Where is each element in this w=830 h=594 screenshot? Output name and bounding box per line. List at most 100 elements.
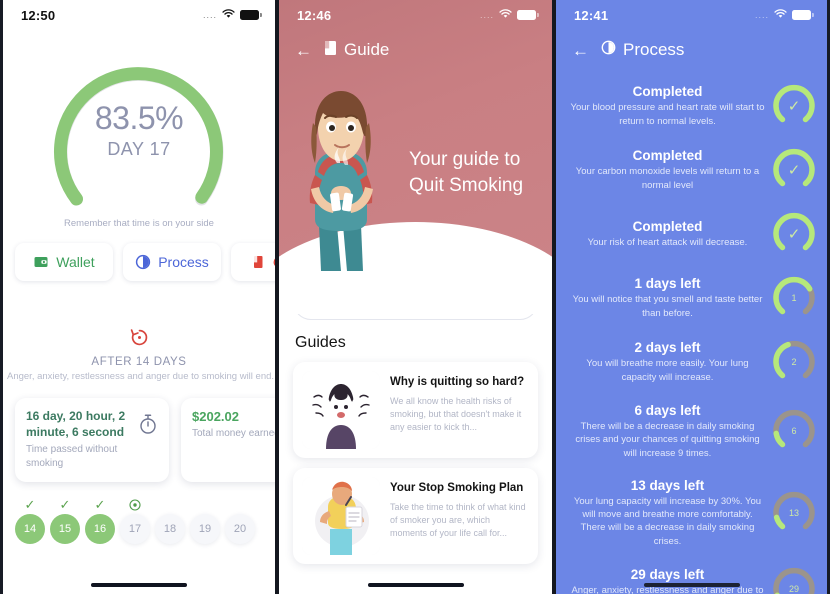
- process-item-text: 6 days left There will be a decrease in …: [570, 403, 765, 460]
- process-item-description: Your blood pressure and heart rate will …: [570, 102, 765, 127]
- guide-card-title: Your Stop Smoking Plan: [390, 482, 524, 494]
- guide-title-label: Guide: [344, 40, 390, 59]
- history-refresh-icon: [129, 327, 150, 353]
- process-item[interactable]: 1 days left You will notice that you sme…: [556, 266, 827, 330]
- battery-icon: [517, 10, 539, 20]
- three-phone-screenshots: 12:50 .... 83.5% DAY 17 Remember that ti…: [0, 0, 830, 594]
- signal-dots-icon: ....: [754, 9, 769, 20]
- process-item-text: Completed Your blood pressure and heart …: [570, 84, 765, 128]
- process-item[interactable]: Completed Your carbon monoxide levels wi…: [556, 138, 827, 202]
- process-item-title: 6 days left: [634, 403, 701, 418]
- guide-card-excerpt: Take the time to think of what kind of s…: [390, 501, 526, 539]
- day-pill[interactable]: 14: [15, 514, 45, 545]
- current-day-icon: [129, 498, 141, 511]
- time-card-caption: Time passed without smoking: [26, 444, 118, 469]
- process-item-title: 13 days left: [630, 477, 705, 493]
- battery-icon: [240, 10, 262, 20]
- time-card[interactable]: 16 day, 20 hour, 2 minute, 6 second Time…: [15, 398, 169, 483]
- status-icons: ....: [754, 9, 814, 21]
- signal-dots-icon: ....: [202, 9, 217, 20]
- check-icon: ✓: [59, 497, 71, 513]
- day-pill[interactable]: 18: [155, 514, 185, 545]
- process-ring-label: 6: [791, 426, 797, 437]
- hero-text: Your guide to Quit Smoking: [409, 147, 523, 198]
- process-item[interactable]: 6 days left There will be a decrease in …: [556, 394, 827, 469]
- status-icons: ....: [479, 9, 539, 21]
- day-cell[interactable]: ✓ 14: [15, 498, 45, 545]
- process-item-description: Your lung capacity will increase by 30%.…: [573, 495, 762, 547]
- money-card-value: $202.02: [192, 409, 239, 424]
- signal-dots-icon: ....: [479, 9, 494, 20]
- process-title: Process: [601, 40, 684, 60]
- process-item[interactable]: 13 days left Your lung capacity will inc…: [556, 469, 827, 557]
- wifi-icon: [774, 9, 787, 21]
- process-item-text: 1 days left You will notice that you sme…: [570, 276, 765, 320]
- milestone-block: AFTER 14 DAYS Anger, anxiety, restlessne…: [3, 327, 275, 382]
- process-item-title: Completed: [632, 148, 703, 164]
- guide-navbar: ← Guide: [279, 30, 552, 70]
- day-cell[interactable]: ✓ 15: [50, 497, 80, 545]
- process-ring: 13: [771, 490, 817, 536]
- wifi-icon: [222, 9, 235, 21]
- home-indicator[interactable]: [643, 583, 740, 587]
- back-arrow-icon[interactable]: ←: [295, 42, 312, 59]
- time-card-value: 16 day, 20 hour, 2 minute, 6 second: [26, 409, 126, 439]
- day-cell[interactable]: 20: [225, 498, 255, 545]
- panel-guide: 12:46 .... ← Guide Your guide to Quit Sm…: [277, 0, 554, 594]
- day-cell[interactable]: ✓ 16: [85, 497, 115, 545]
- battery-icon: [792, 10, 814, 20]
- day-cell[interactable]: 18: [155, 498, 185, 545]
- process-item-description: You will breathe more easily. Your lung …: [586, 358, 749, 383]
- process-ring: ✓: [771, 211, 817, 257]
- guide-book-icon: [324, 40, 337, 61]
- day-cell[interactable]: 17: [120, 498, 150, 545]
- back-arrow-icon[interactable]: ←: [572, 42, 589, 59]
- wifi-icon: [499, 9, 512, 21]
- process-item-description: Your risk of heart attack will decrease.: [587, 236, 748, 248]
- day-pill[interactable]: 15: [50, 514, 80, 545]
- wallet-button-label: Wallet: [56, 254, 95, 270]
- process-ring-label: 29: [788, 584, 799, 594]
- day-cell[interactable]: 19: [190, 498, 220, 545]
- money-card-caption: Total money earned: [192, 428, 277, 439]
- process-item[interactable]: Completed Your risk of heart attack will…: [556, 202, 827, 266]
- day-pill[interactable]: 20: [225, 514, 255, 545]
- wallet-button[interactable]: Wallet: [15, 243, 113, 281]
- status-bar: 12:50 ....: [3, 0, 275, 30]
- home-indicator[interactable]: [91, 583, 187, 587]
- process-item-text: 29 days left Anger, anxiety, restlessnes…: [570, 567, 765, 594]
- process-item[interactable]: Completed Your blood pressure and heart …: [556, 74, 827, 138]
- process-item-description: You will notice that you smell and taste…: [572, 294, 763, 319]
- process-navbar: ← Process: [556, 30, 827, 70]
- process-ring: 6: [771, 408, 817, 454]
- process-ring-label: 13: [788, 507, 799, 518]
- process-clock-icon: [135, 254, 151, 270]
- money-card[interactable]: $202.02 Total money earned: [181, 398, 277, 483]
- process-ring-label: 2: [791, 357, 797, 367]
- panel-process: 12:41 .... ← Process Completed Your bloo…: [554, 0, 830, 594]
- process-button[interactable]: Process: [123, 243, 221, 281]
- day-pill[interactable]: 17: [120, 514, 150, 545]
- guide-card-title: Why is quitting so hard?: [390, 376, 525, 388]
- day-pill[interactable]: 19: [190, 514, 220, 545]
- guide-card-body: Why is quitting so hard? We all know the…: [390, 371, 526, 449]
- process-item-title: 1 days left: [634, 276, 701, 292]
- gauge-day: DAY 17: [107, 139, 171, 159]
- quick-actions-row: Wallet Process Guide: [3, 229, 275, 281]
- process-list: Completed Your blood pressure and heart …: [556, 70, 827, 594]
- guide-card-excerpt: We all know the health risks of smoking,…: [390, 395, 522, 433]
- home-indicator[interactable]: [367, 583, 464, 587]
- process-item-title: Completed: [632, 218, 703, 234]
- check-icon: ✓: [94, 497, 106, 513]
- guide-card[interactable]: Your Stop Smoking Plan Take the time to …: [293, 468, 538, 564]
- process-item[interactable]: 29 days left Anger, anxiety, restlessnes…: [556, 557, 827, 594]
- gauge-readout: 83.5% DAY 17: [29, 100, 249, 160]
- man-with-notes-illustration: [302, 477, 380, 555]
- process-item[interactable]: 2 days left You will breathe more easily…: [556, 330, 827, 394]
- day-pill[interactable]: 16: [85, 514, 115, 545]
- status-clock: 12:41: [574, 7, 609, 23]
- process-item-title: Completed: [632, 84, 703, 100]
- hero-line-2: Quit Smoking: [409, 174, 524, 196]
- guide-button[interactable]: Guide: [231, 243, 275, 281]
- guide-card[interactable]: Why is quitting so hard? We all know the…: [293, 362, 538, 458]
